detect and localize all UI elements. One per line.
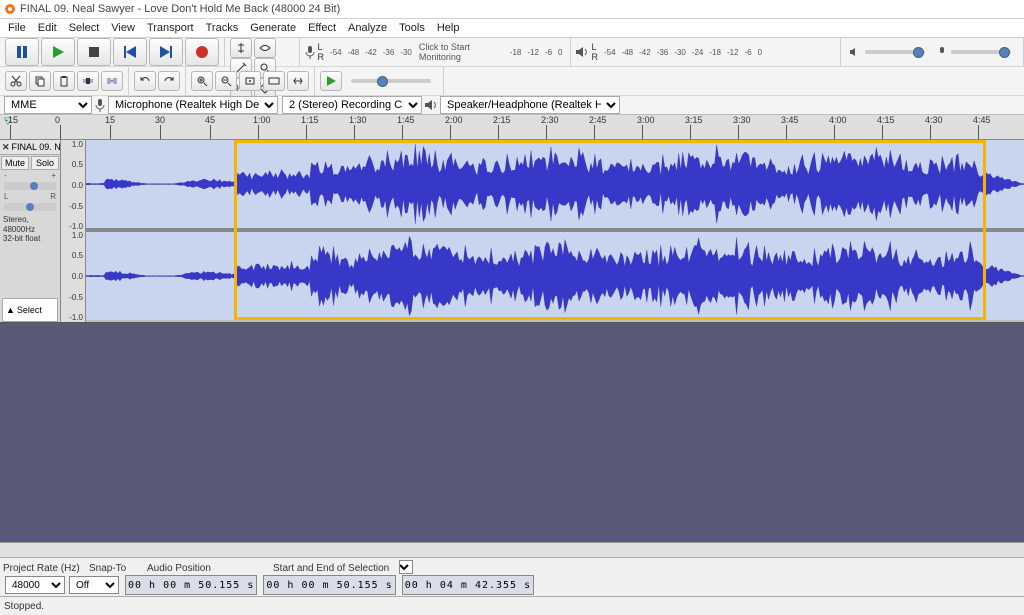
track-row: ✕FINAL 09. N▾ Mute Solo -+ LR Stereo, 48… <box>0 140 1024 323</box>
project-rate-label: Project Rate (Hz) <box>3 563 83 574</box>
selection-start-display[interactable]: 00 h 00 m 50.155 s <box>263 575 395 595</box>
audio-position-label: Audio Position <box>147 563 267 574</box>
menu-file[interactable]: File <box>2 22 32 34</box>
recording-volume-slider[interactable] <box>937 46 1015 58</box>
rec-meter-hint[interactable]: Click to Start Monitoring <box>415 42 507 62</box>
audio-position-display[interactable]: 00 h 00 m 50.155 s <box>125 575 257 595</box>
vertical-scale[interactable]: 1.0 0.5 0.0 -0.5 -1.0 1.0 0.5 0.0 -0.5 -… <box>61 140 86 322</box>
edit-toolbar <box>0 67 129 95</box>
zoom-in-button[interactable] <box>191 71 213 91</box>
status-text: Stopped. <box>4 601 44 612</box>
mixer-toolbar <box>841 38 1024 66</box>
transport-toolbar <box>0 38 225 66</box>
menu-analyze[interactable]: Analyze <box>342 22 393 34</box>
menu-transport[interactable]: Transport <box>141 22 200 34</box>
playback-speed-slider[interactable] <box>347 79 435 83</box>
project-rate-select[interactable]: 48000 <box>5 576 65 594</box>
empty-workspace[interactable] <box>0 323 1024 542</box>
rec-meter-scale-right: -18-12-60 <box>507 48 566 57</box>
zoom-out-button[interactable] <box>215 71 237 91</box>
trim-button[interactable] <box>77 71 99 91</box>
mute-button[interactable]: Mute <box>1 156 29 170</box>
menu-effect[interactable]: Effect <box>302 22 342 34</box>
track-format-info: Stereo, 48000Hz32-bit float <box>0 213 60 246</box>
play-meter-lr: LR <box>592 42 599 62</box>
gain-slider[interactable] <box>4 182 56 190</box>
zoom-toggle-button[interactable] <box>287 71 309 91</box>
timeline-ruler[interactable]: ▽ -15 0 15 30 45 1:00 1:15 1:30 1:45 2:0… <box>0 115 1024 140</box>
pan-slider[interactable] <box>4 203 56 211</box>
menu-view[interactable]: View <box>105 22 141 34</box>
snap-to-label: Snap-To <box>89 563 141 574</box>
silence-button[interactable] <box>101 71 123 91</box>
menu-help[interactable]: Help <box>431 22 466 34</box>
recording-meter[interactable]: LR -54-48-42-36-30 Click to Start Monito… <box>300 38 571 66</box>
stop-button[interactable] <box>77 38 111 66</box>
selection-mode-select[interactable] <box>399 560 413 574</box>
horizontal-scrollbar[interactable] <box>0 542 1024 557</box>
track-select-button[interactable]: ▲Select <box>2 298 58 322</box>
app-icon <box>4 3 16 15</box>
title-bar: FINAL 09. Neal Sawyer - Love Don't Hold … <box>0 0 1024 19</box>
play-at-speed-button[interactable] <box>320 71 342 91</box>
paste-button[interactable] <box>53 71 75 91</box>
speaker-icon-2 <box>424 99 438 111</box>
menu-tools[interactable]: Tools <box>393 22 431 34</box>
rec-meter-lr: LR <box>318 42 325 62</box>
record-button[interactable] <box>185 38 219 66</box>
toolbar-area: LR -54-48-42-36-30 Click to Start Monito… <box>0 38 1024 115</box>
pause-button[interactable] <box>5 38 39 66</box>
recording-device-select[interactable]: Microphone (Realtek High Defini <box>108 96 278 114</box>
undo-toolbar <box>129 67 186 95</box>
selection-label: Start and End of Selection <box>273 563 389 574</box>
play-meter-scale: -54-48-42-36-30-24-18-12-60 <box>601 48 765 57</box>
copy-button[interactable] <box>29 71 51 91</box>
cut-button[interactable] <box>5 71 27 91</box>
speaker-small-icon <box>849 47 861 57</box>
menu-select[interactable]: Select <box>63 22 106 34</box>
selection-end-display[interactable]: 00 h 04 m 42.355 s <box>402 575 534 595</box>
skip-end-button[interactable] <box>149 38 183 66</box>
rec-meter-scale-left: -54-48-42-36-30 <box>327 48 415 57</box>
solo-button[interactable]: Solo <box>31 156 59 170</box>
waveform-right-channel[interactable] <box>86 232 1024 320</box>
menu-edit[interactable]: Edit <box>32 22 63 34</box>
track-control-panel[interactable]: ✕FINAL 09. N▾ Mute Solo -+ LR Stereo, 48… <box>0 140 61 322</box>
menu-bar: File Edit Select View Transport Tracks G… <box>0 19 1024 38</box>
mic-small-icon <box>937 46 947 58</box>
recording-channels-select[interactable]: 2 (Stereo) Recording Cha <box>282 96 422 114</box>
selection-bar: Project Rate (Hz) Snap-To Audio Position… <box>0 557 1024 596</box>
tools-toolbar <box>225 38 300 66</box>
redo-button[interactable] <box>158 71 180 91</box>
undo-button[interactable] <box>134 71 156 91</box>
zoom-toolbar <box>186 67 315 95</box>
mic-icon-2 <box>94 98 106 112</box>
selection-tool[interactable] <box>230 38 252 58</box>
audio-host-select[interactable]: MME <box>4 96 92 114</box>
waveform-left-channel[interactable] <box>86 140 1024 228</box>
menu-tracks[interactable]: Tracks <box>200 22 245 34</box>
play-at-speed-toolbar <box>315 67 444 95</box>
play-button[interactable] <box>41 38 75 66</box>
speaker-icon <box>575 46 589 58</box>
app-window: FINAL 09. Neal Sawyer - Love Don't Hold … <box>0 0 1024 615</box>
status-bar: Stopped. <box>0 596 1024 615</box>
track-close-icon[interactable]: ✕ <box>2 142 10 153</box>
window-title: FINAL 09. Neal Sawyer - Love Don't Hold … <box>20 3 340 15</box>
fit-selection-button[interactable] <box>239 71 261 91</box>
workspace: ▽ -15 0 15 30 45 1:00 1:15 1:30 1:45 2:0… <box>0 115 1024 557</box>
snap-to-select[interactable]: Off <box>69 576 119 594</box>
playback-meter[interactable]: LR -54-48-42-36-30-24-18-12-60 <box>571 38 842 66</box>
playback-device-select[interactable]: Speaker/Headphone (Realtek High <box>440 96 620 114</box>
envelope-tool[interactable] <box>254 38 276 58</box>
menu-generate[interactable]: Generate <box>244 22 302 34</box>
skip-start-button[interactable] <box>113 38 147 66</box>
fit-project-button[interactable] <box>263 71 285 91</box>
mic-icon <box>304 45 315 59</box>
playback-volume-slider[interactable] <box>849 47 929 57</box>
track-title[interactable]: ✕FINAL 09. N▾ <box>0 140 60 155</box>
waveform-area[interactable] <box>86 140 1024 322</box>
